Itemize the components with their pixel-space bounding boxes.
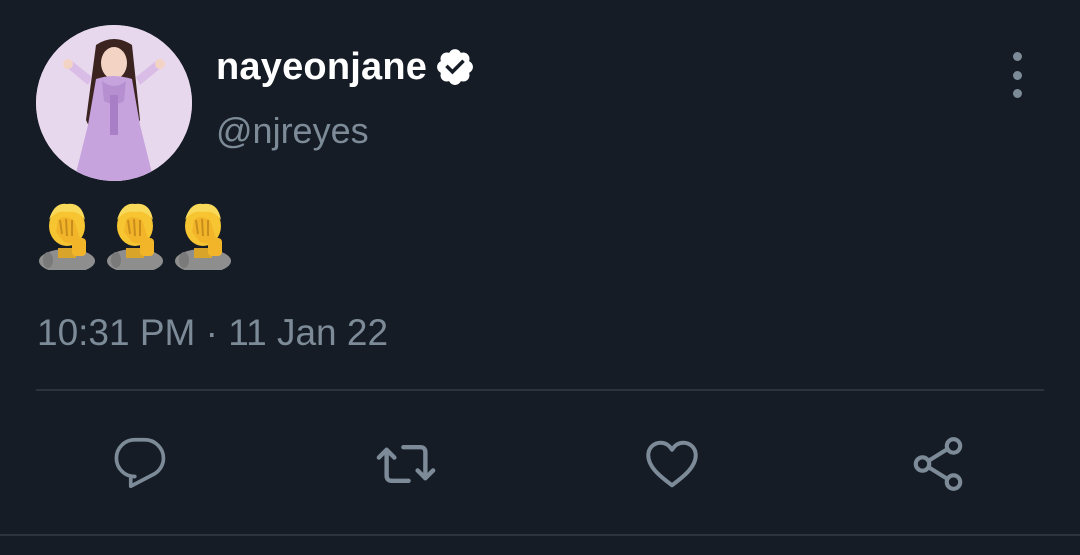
share-button[interactable] bbox=[906, 432, 970, 496]
reply-icon bbox=[114, 437, 166, 489]
more-options-icon[interactable] bbox=[1000, 52, 1034, 98]
retweet-icon bbox=[376, 445, 436, 483]
divider bbox=[0, 534, 1080, 536]
face-palm-emoji bbox=[104, 198, 166, 270]
divider bbox=[36, 389, 1044, 391]
tweet-content bbox=[36, 198, 234, 270]
avatar[interactable] bbox=[36, 25, 192, 181]
display-name[interactable]: nayeonjane bbox=[216, 46, 427, 89]
retweet-button[interactable] bbox=[374, 432, 438, 496]
tweet-detail: nayeonjane @njreyes 10:31 PM · 11 Jan 22 bbox=[0, 0, 1080, 555]
reply-button[interactable] bbox=[108, 432, 172, 496]
tweet-timestamp[interactable]: 10:31 PM · 11 Jan 22 bbox=[37, 312, 388, 354]
face-palm-emoji bbox=[172, 198, 234, 270]
face-palm-emoji bbox=[36, 198, 98, 270]
author-name-row[interactable]: nayeonjane bbox=[216, 42, 476, 92]
verified-badge-icon bbox=[434, 46, 476, 88]
like-button[interactable] bbox=[640, 432, 704, 496]
user-handle[interactable]: @njreyes bbox=[216, 110, 369, 152]
avatar-image bbox=[36, 25, 192, 181]
share-icon bbox=[913, 437, 963, 491]
heart-icon bbox=[646, 440, 698, 488]
